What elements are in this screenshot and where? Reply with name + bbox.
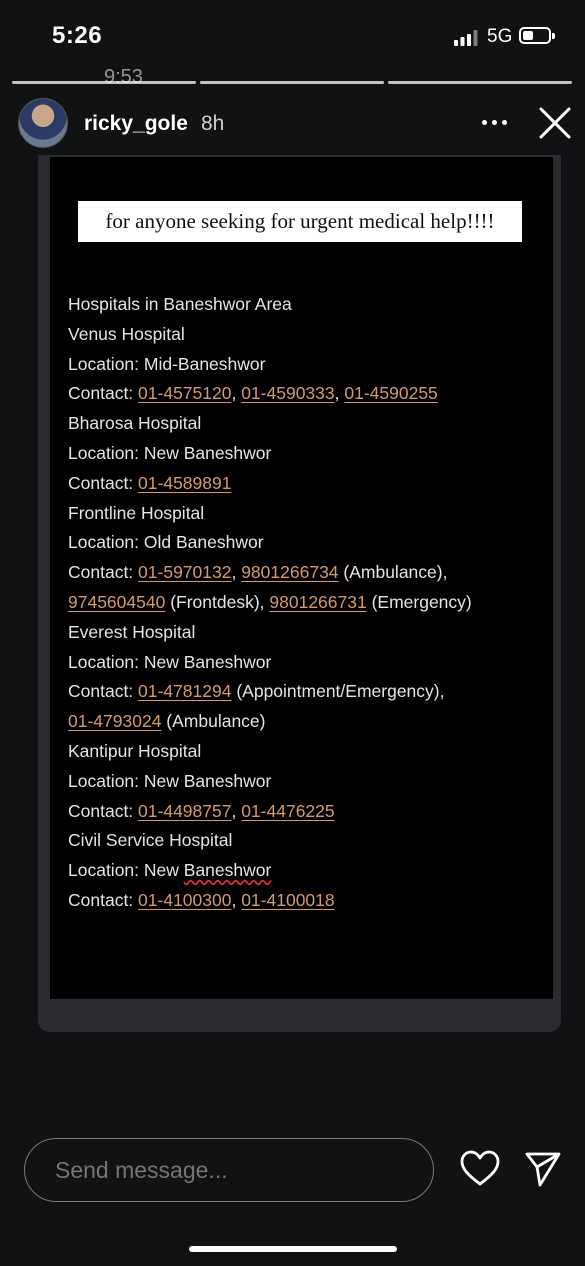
- phone-link[interactable]: 01-4793024: [68, 711, 161, 731]
- line-text: ,: [334, 383, 345, 404]
- line-text: Contact:: [68, 800, 139, 821]
- story-line: Location: New Baneshwor: [68, 856, 548, 886]
- line-text: Contact:: [68, 383, 139, 404]
- story-line: Location: New Baneshwor: [68, 439, 548, 469]
- story-progress-segment: [12, 81, 196, 84]
- home-indicator: [189, 1246, 397, 1252]
- story-line: Contact: 01-4498757, 01-4476225: [68, 797, 548, 827]
- username[interactable]: ricky_gole: [84, 112, 188, 136]
- story-progress-segment: [388, 81, 572, 84]
- avatar[interactable]: [18, 98, 68, 148]
- story-line: Kantipur Hospital: [68, 737, 548, 767]
- heart-icon[interactable]: [460, 1150, 500, 1188]
- phone-link[interactable]: 01-4575120: [138, 383, 231, 403]
- story-line: Location: Mid-Baneshwor: [68, 350, 548, 380]
- story-line: Venus Hospital: [68, 320, 548, 350]
- line-text: ,: [231, 800, 242, 821]
- story-line: Contact: 01-5970132, 9801266734 (Ambulan…: [68, 558, 548, 588]
- story-line: Location: Old Baneshwor: [68, 528, 548, 558]
- story-time-ago: 8h: [201, 112, 225, 135]
- story-line: 9745604540 (Frontdesk), 9801266731 (Emer…: [68, 588, 548, 618]
- close-icon[interactable]: [538, 106, 572, 140]
- story-line: 01-4793024 (Ambulance): [68, 707, 548, 737]
- line-text: Everest Hospital: [68, 621, 196, 642]
- phone-link[interactable]: 9801266734: [241, 562, 338, 582]
- line-text: (Ambulance),: [338, 562, 448, 583]
- phone-link[interactable]: 01-4590255: [344, 383, 437, 403]
- phone-link[interactable]: 01-4100300: [138, 890, 231, 910]
- story-line: Contact: 01-4589891: [68, 469, 548, 499]
- line-text: (Ambulance): [161, 711, 266, 732]
- story-line: Location: New Baneshwor: [68, 767, 548, 797]
- line-text: ,: [231, 383, 242, 404]
- story-progress-segment: [200, 81, 384, 84]
- phone-link[interactable]: 01-4590333: [241, 383, 334, 403]
- battery-icon: [519, 27, 555, 44]
- line-text: Location: New: [68, 860, 184, 881]
- story-line: Contact: 01-4575120, 01-4590333, 01-4590…: [68, 379, 548, 409]
- line-text: Contact:: [68, 681, 139, 702]
- send-message-input[interactable]: [24, 1138, 434, 1202]
- line-text: (Frontdesk),: [165, 591, 270, 612]
- line-text: (Appointment/Emergency),: [231, 681, 445, 702]
- story-line: Frontline Hospital: [68, 499, 548, 529]
- phone-link[interactable]: 01-4476225: [241, 801, 334, 821]
- more-button[interactable]: [480, 110, 510, 136]
- line-text: Civil Service Hospital: [68, 830, 233, 851]
- phone-link[interactable]: 01-4100018: [241, 890, 334, 910]
- cellular-signal-icon: [454, 30, 478, 46]
- line-text: Kantipur Hospital: [68, 740, 202, 761]
- hospital-list: Hospitals in Baneshwor Area Venus Hospita…: [68, 290, 548, 916]
- phone-link[interactable]: 01-4589891: [138, 473, 231, 493]
- line-text: ,: [231, 889, 242, 910]
- line-text: Contact:: [68, 472, 139, 493]
- line-text: Location: Mid-Baneshwor: [68, 353, 266, 374]
- phone-link[interactable]: 9745604540: [68, 592, 165, 612]
- line-text: Location: New Baneshwor: [68, 651, 272, 672]
- line-text: Bharosa Hospital: [68, 413, 202, 434]
- story-line: Civil Service Hospital: [68, 826, 548, 856]
- misspelled-word: Baneshwor: [183, 860, 272, 881]
- line-text: Frontline Hospital: [68, 502, 205, 523]
- story-line: Contact: 01-4781294 (Appointment/Emergen…: [68, 677, 548, 707]
- story-line: Location: New Baneshwor: [68, 648, 548, 678]
- network-type: 5G: [487, 26, 513, 47]
- status-time: 5:26: [52, 22, 103, 49]
- line-text: Location: New Baneshwor: [68, 442, 272, 463]
- more-icon: [482, 120, 487, 125]
- line-text: (Emergency): [366, 591, 472, 612]
- line-text: Location: Old Baneshwor: [68, 532, 264, 553]
- phone-link[interactable]: 01-4781294: [138, 681, 231, 701]
- line-text: ,: [231, 562, 242, 583]
- line-text: Contact:: [68, 889, 139, 910]
- line-text: Location: New Baneshwor: [68, 770, 272, 791]
- phone-link[interactable]: 9801266731: [269, 592, 366, 612]
- story-line: Contact: 01-4100300, 01-4100018: [68, 886, 548, 916]
- line-text: Contact:: [68, 562, 139, 583]
- phone-link[interactable]: 01-4498757: [138, 801, 231, 821]
- line-text: Venus Hospital: [68, 323, 185, 344]
- phone-link[interactable]: 01-5970132: [138, 562, 231, 582]
- story-line: Hospitals in Baneshwor Area: [68, 290, 548, 320]
- story-heading: for anyone seeking for urgent medical he…: [78, 201, 522, 242]
- send-icon[interactable]: [524, 1150, 562, 1188]
- story-line: Everest Hospital: [68, 618, 548, 648]
- line-text: Hospitals in Baneshwor Area: [68, 294, 292, 314]
- overlay-time: 9:53: [104, 66, 143, 88]
- story-line: Bharosa Hospital: [68, 409, 548, 439]
